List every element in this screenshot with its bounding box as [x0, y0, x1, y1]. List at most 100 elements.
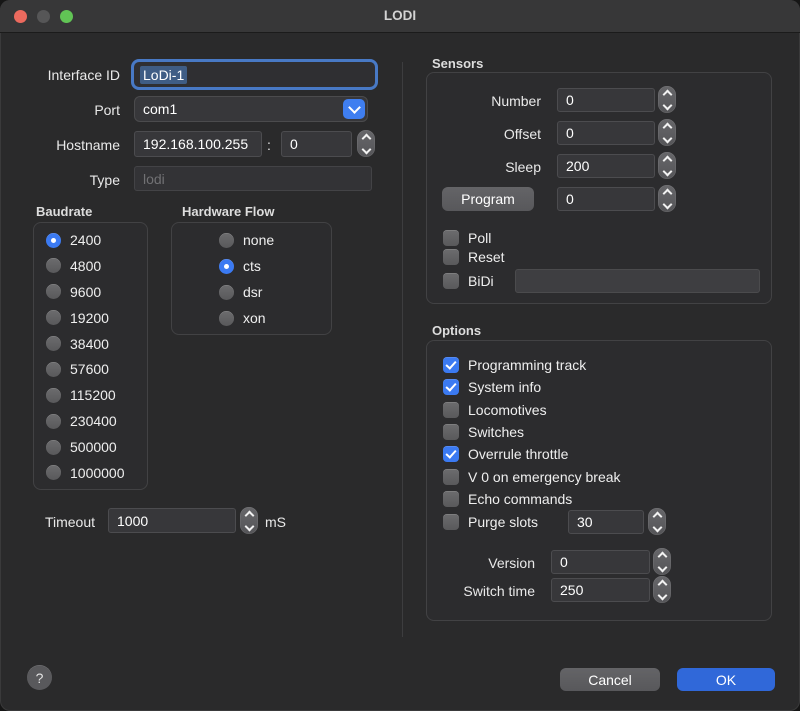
bidi-label: BiDi	[468, 273, 494, 289]
purge-slots-field[interactable]: 30	[568, 510, 644, 534]
stepper-up-icon	[662, 189, 672, 199]
system-info-checkbox[interactable]	[443, 379, 459, 395]
sleep-field[interactable]: 200	[557, 154, 655, 178]
radio-icon	[219, 233, 234, 248]
stepper-up-icon	[657, 580, 667, 590]
interface-id-value: LoDi-1	[140, 66, 187, 84]
poll-checkbox-row[interactable]: Poll	[443, 230, 491, 246]
titlebar[interactable]: LODI	[0, 0, 800, 33]
radio-label: 19200	[70, 310, 109, 326]
locomotives-checkbox[interactable]	[443, 402, 459, 418]
checkbox-label: Overrule throttle	[468, 446, 568, 462]
hostname-ip-field[interactable]: 192.168.100.255	[134, 131, 262, 157]
option-system-info[interactable]: System info	[443, 379, 541, 395]
stepper-up-icon	[662, 123, 672, 133]
poll-checkbox[interactable]	[443, 230, 459, 246]
radio-icon	[219, 285, 234, 300]
radio-option-500000[interactable]: 500000	[46, 439, 147, 455]
switches-checkbox[interactable]	[443, 424, 459, 440]
reset-checkbox[interactable]	[443, 249, 459, 265]
radio-option-9600[interactable]: 9600	[46, 284, 147, 300]
reset-checkbox-row[interactable]: Reset	[443, 249, 505, 265]
radio-option-1000000[interactable]: 1000000	[46, 465, 147, 481]
offset-stepper[interactable]	[658, 119, 676, 146]
bidi-checkbox[interactable]	[443, 273, 459, 289]
option-echo-commands[interactable]: Echo commands	[443, 491, 572, 507]
program-button[interactable]: Program	[442, 187, 534, 211]
version-label: Version	[400, 555, 535, 571]
radio-option-57600[interactable]: 57600	[46, 361, 147, 377]
radio-option-dsr[interactable]: dsr	[219, 284, 331, 300]
v0-emergency-checkbox[interactable]	[443, 469, 459, 485]
option-v0-emergency-break[interactable]: V 0 on emergency break	[443, 469, 621, 485]
radio-label: 2400	[70, 232, 101, 248]
sleep-stepper[interactable]	[658, 152, 676, 179]
purge-slots-stepper[interactable]	[648, 508, 666, 535]
stepper-down-icon	[662, 200, 672, 210]
radio-label: none	[243, 232, 274, 248]
timeout-value: 1000	[117, 513, 148, 529]
option-overrule-throttle[interactable]: Overrule throttle	[443, 446, 568, 462]
radio-option-19200[interactable]: 19200	[46, 310, 147, 326]
type-field[interactable]: lodi	[134, 166, 372, 191]
bidi-checkbox-row[interactable]: BiDi	[443, 273, 494, 289]
version-stepper[interactable]	[653, 548, 671, 575]
window-title: LODI	[0, 0, 800, 32]
port-select[interactable]: com1	[134, 96, 368, 122]
poll-label: Poll	[468, 230, 491, 246]
number-field[interactable]: 0	[557, 88, 655, 112]
radio-option-cts[interactable]: cts	[219, 258, 331, 274]
timeout-stepper[interactable]	[240, 507, 258, 534]
hostname-port-value: 0	[290, 136, 298, 152]
help-button[interactable]: ?	[27, 665, 52, 690]
hostname-port-stepper[interactable]	[357, 130, 375, 157]
radio-icon	[46, 258, 61, 273]
option-switches[interactable]: Switches	[443, 424, 524, 440]
option-programming-track[interactable]: Programming track	[443, 357, 586, 373]
column-divider	[402, 62, 403, 637]
radio-option-none[interactable]: none	[219, 232, 331, 248]
radio-label: cts	[243, 258, 261, 274]
number-stepper[interactable]	[658, 86, 676, 113]
reset-label: Reset	[468, 249, 505, 265]
stepper-down-icon	[361, 145, 371, 155]
purge-slots-checkbox[interactable]	[443, 514, 459, 530]
port-dropdown-button[interactable]	[343, 99, 365, 119]
radio-label: 230400	[70, 413, 117, 429]
radio-option-38400[interactable]: 38400	[46, 336, 147, 352]
timeout-field[interactable]: 1000	[108, 508, 236, 533]
overrule-throttle-checkbox[interactable]	[443, 446, 459, 462]
radio-icon	[46, 414, 61, 429]
radio-label: 38400	[70, 336, 109, 352]
radio-label: xon	[243, 310, 266, 326]
radio-option-230400[interactable]: 230400	[46, 413, 147, 429]
stepper-down-icon	[657, 591, 667, 601]
hostname-port-field[interactable]: 0	[281, 131, 352, 157]
echo-commands-checkbox[interactable]	[443, 491, 459, 507]
program-stepper[interactable]	[658, 185, 676, 212]
stepper-down-icon	[662, 101, 672, 111]
checkbox-label: Purge slots	[468, 514, 538, 530]
sleep-label: Sleep	[426, 159, 541, 175]
port-value: com1	[143, 101, 177, 117]
hardware-flow-group-label: Hardware Flow	[182, 204, 274, 219]
offset-field[interactable]: 0	[557, 121, 655, 145]
stepper-down-icon	[662, 167, 672, 177]
version-field[interactable]: 0	[551, 550, 650, 574]
cancel-button[interactable]: Cancel	[560, 668, 660, 691]
interface-id-field[interactable]: LoDi-1	[131, 59, 378, 90]
programming-track-checkbox[interactable]	[443, 357, 459, 373]
stepper-up-icon	[652, 512, 662, 522]
radio-option-2400[interactable]: 2400	[46, 232, 147, 248]
switch-time-stepper[interactable]	[653, 576, 671, 603]
checkbox-label: Echo commands	[468, 491, 572, 507]
radio-option-4800[interactable]: 4800	[46, 258, 147, 274]
radio-option-xon[interactable]: xon	[219, 310, 331, 326]
program-field[interactable]: 0	[557, 187, 655, 211]
switch-time-field[interactable]: 250	[551, 578, 650, 602]
option-locomotives[interactable]: Locomotives	[443, 402, 547, 418]
ok-button[interactable]: OK	[677, 668, 775, 691]
radio-option-115200[interactable]: 115200	[46, 387, 147, 403]
option-purge-slots[interactable]: Purge slots	[443, 514, 538, 530]
bidi-field[interactable]	[515, 269, 760, 293]
